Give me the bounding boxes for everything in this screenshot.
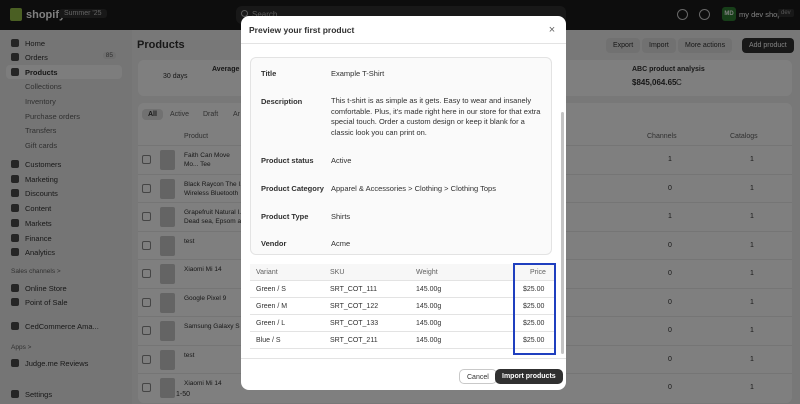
status-value: Active <box>331 156 352 165</box>
variants-table-header: Variant SKU Weight Price <box>250 264 556 281</box>
weight-cell: 145.00g <box>416 337 442 344</box>
sku-cell: SRT_COT_122 <box>330 303 379 310</box>
table-row: Green / L SRT_COT_133 145.00g $25.00 <box>250 315 556 332</box>
table-row: Green / S SRT_COT_111 145.00g $25.00 <box>250 281 556 298</box>
modal-title: Preview your first product <box>249 25 355 35</box>
sku-cell: SRT_COT_133 <box>330 320 379 327</box>
sku-cell: SRT_COT_111 <box>330 286 378 293</box>
modal-footer: Cancel Import products <box>241 358 566 390</box>
type-label: Product Type <box>261 212 309 221</box>
variant-cell: Green / L <box>256 320 286 327</box>
preview-modal: Preview your first product × Title Examp… <box>241 16 566 390</box>
cancel-button[interactable]: Cancel <box>459 369 497 384</box>
table-row: Green / M SRT_COT_122 145.00g $25.00 <box>250 298 556 315</box>
weight-cell: 145.00g <box>416 286 442 293</box>
description-label: Description <box>261 97 303 106</box>
import-products-button[interactable]: Import products <box>495 369 563 384</box>
table-row: Blue / S SRT_COT_211 145.00g $25.00 <box>250 332 556 349</box>
weight-cell: 145.00g <box>416 320 442 327</box>
product-details-card: Title Example T-Shirt Description This t… <box>250 57 552 255</box>
category-label: Product Category <box>261 184 324 193</box>
status-label: Product status <box>261 156 314 165</box>
col-variant: Variant <box>256 269 278 276</box>
description-value: This t-shirt is as simple as it gets. Ea… <box>331 96 541 137</box>
category-value: Apparel & Accessories > Clothing > Cloth… <box>331 184 496 193</box>
col-sku: SKU <box>330 269 345 276</box>
vendor-value: Acme <box>331 239 351 248</box>
modal-header: Preview your first product × <box>241 16 566 44</box>
col-weight: Weight <box>416 269 438 276</box>
modal-scrollbar-thumb[interactable] <box>561 112 564 354</box>
price-column-highlight <box>513 263 556 355</box>
title-value: Example T-Shirt <box>331 69 385 78</box>
weight-cell: 145.00g <box>416 303 442 310</box>
title-label: Title <box>261 69 277 78</box>
variant-cell: Blue / S <box>256 337 281 344</box>
sku-cell: SRT_COT_211 <box>330 337 378 344</box>
close-icon[interactable]: × <box>545 23 559 37</box>
vendor-label: Vendor <box>261 239 287 248</box>
variant-cell: Green / S <box>256 286 286 293</box>
variant-cell: Green / M <box>256 303 288 310</box>
type-value: Shirts <box>331 212 351 221</box>
